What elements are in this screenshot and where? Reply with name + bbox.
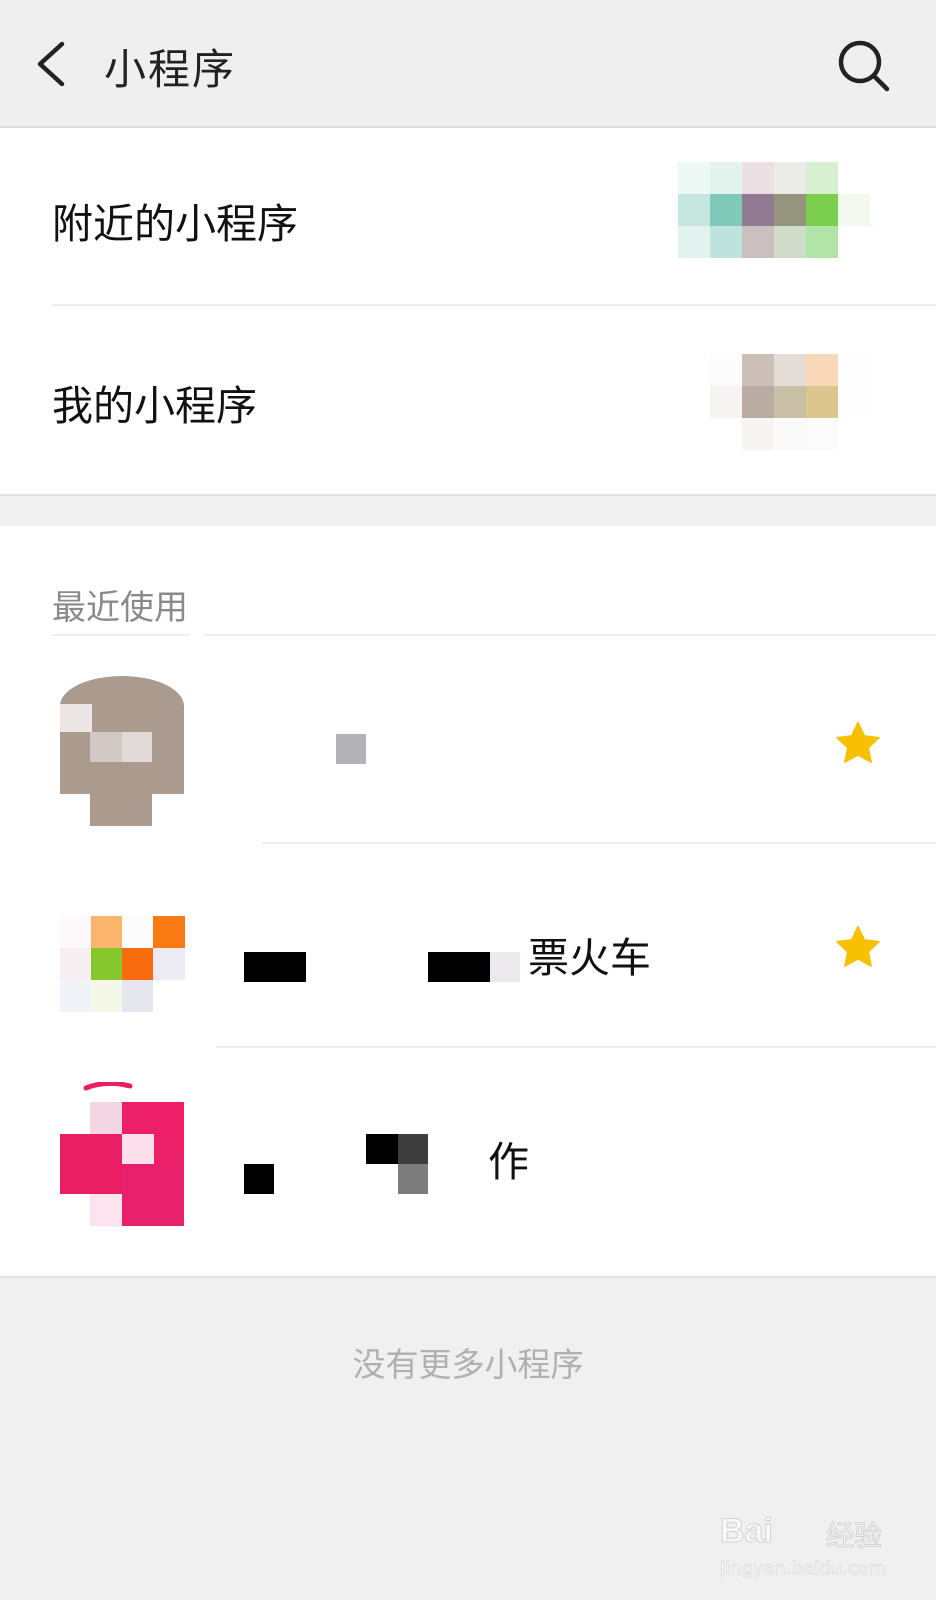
nearby-mini-programs-label: 附近的小程序 xyxy=(52,200,298,248)
recent-item[interactable] xyxy=(0,638,936,844)
entry-divider xyxy=(52,304,936,306)
recent-item[interactable]: 作 xyxy=(0,1048,936,1254)
recent-divider xyxy=(204,634,936,636)
search-icon[interactable] xyxy=(836,38,892,94)
page-title: 小程序 xyxy=(104,45,237,94)
recent-section: 最近使用 票火车 作 xyxy=(0,526,936,1278)
baidu-jingyan-watermark: Bai 经验 jingyan.baidu.com xyxy=(716,1500,916,1590)
redacted-block xyxy=(244,1164,274,1194)
redacted-block xyxy=(366,1134,398,1164)
redacted-block xyxy=(398,1164,428,1194)
recent-divider xyxy=(52,634,190,636)
redacted-block xyxy=(336,734,366,764)
app-avatar-icon xyxy=(60,1082,184,1226)
my-programs-thumbnail-icon xyxy=(710,354,870,450)
title-bar: 小程序 xyxy=(0,0,936,128)
item-name: 作 xyxy=(488,1138,529,1186)
redacted-block xyxy=(398,1134,428,1164)
watermark-url: jingyan.baidu.com xyxy=(720,1558,887,1580)
app-avatar-icon xyxy=(60,676,184,826)
back-arrow-icon[interactable] xyxy=(30,38,74,90)
nearby-mini-programs-entry[interactable]: 附近的小程序 xyxy=(0,128,936,310)
no-more-programs-text: 没有更多小程序 xyxy=(352,1345,584,1384)
watermark-logo: Bai xyxy=(720,1512,774,1551)
watermark-jingyan-text: 经验 xyxy=(825,1519,883,1553)
app-avatar-icon xyxy=(60,916,185,1012)
redacted-block xyxy=(490,952,520,982)
star-icon[interactable] xyxy=(832,922,884,974)
entry-card: 附近的小程序 我的小程序 xyxy=(0,128,936,496)
redacted-block xyxy=(428,952,490,982)
recent-item[interactable]: 票火车 xyxy=(0,844,936,1050)
star-icon[interactable] xyxy=(832,718,884,770)
nearby-thumbnail-icon xyxy=(678,162,870,258)
redacted-block xyxy=(244,952,306,982)
item-name: 票火车 xyxy=(528,934,651,982)
recent-section-title: 最近使用 xyxy=(52,588,188,628)
my-mini-programs-entry[interactable]: 我的小程序 xyxy=(0,308,936,490)
my-mini-programs-label: 我的小程序 xyxy=(52,382,257,430)
